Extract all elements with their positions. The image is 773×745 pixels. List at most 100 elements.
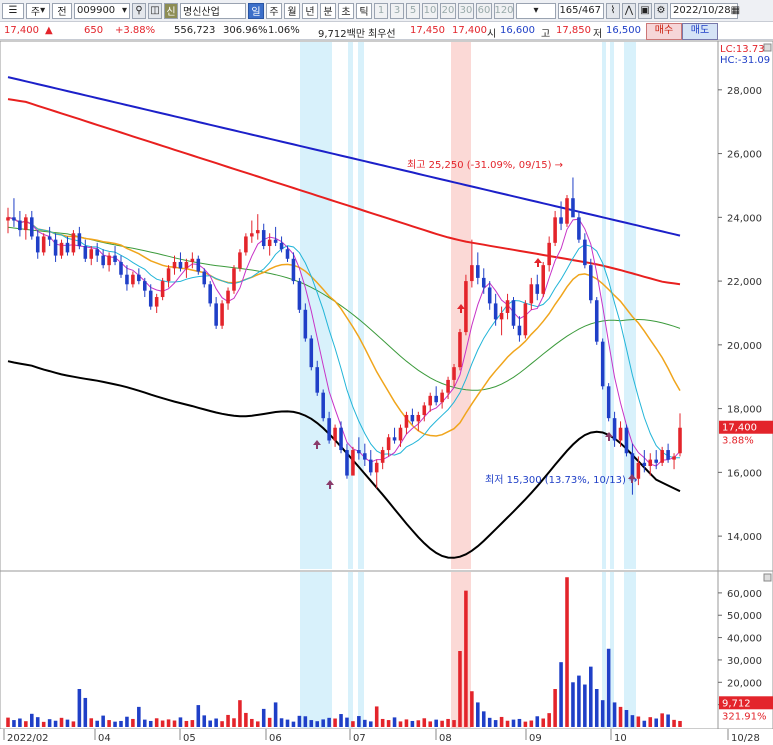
candle-body xyxy=(6,217,10,221)
volume-bar xyxy=(160,720,165,727)
x-tick-label: 10 xyxy=(614,733,627,744)
candle-body xyxy=(606,386,611,419)
volume-bar xyxy=(398,721,403,727)
volume-bar xyxy=(493,720,498,727)
volume-bar xyxy=(357,716,361,727)
volume-bar xyxy=(470,691,474,727)
candle-body xyxy=(589,265,593,301)
candle-body xyxy=(137,274,141,282)
candle-body xyxy=(107,255,111,266)
volume-bar xyxy=(71,721,76,727)
volume-bar xyxy=(244,712,248,727)
candle-body xyxy=(24,217,28,231)
x-axis-bar xyxy=(0,729,773,745)
volume-bar xyxy=(267,717,272,727)
candle-body xyxy=(511,300,516,326)
volume-bar xyxy=(446,718,450,727)
candle-body xyxy=(357,450,361,454)
volume-bar xyxy=(523,721,528,727)
volume-bar xyxy=(89,718,94,727)
volume-bar xyxy=(571,682,575,727)
volume-bar xyxy=(458,651,462,727)
candle-body xyxy=(470,265,474,282)
candle-body xyxy=(142,281,147,291)
candle-body xyxy=(422,405,427,415)
candle-body xyxy=(600,341,605,387)
candle-body xyxy=(148,290,153,307)
highlight-band xyxy=(348,572,353,728)
candle-body xyxy=(190,258,195,262)
volume-bar xyxy=(107,720,111,727)
volume-bar xyxy=(648,717,653,727)
candle-body xyxy=(464,281,468,333)
candle-body xyxy=(523,303,528,336)
candle-body xyxy=(95,249,99,256)
volume-bar xyxy=(279,718,284,727)
volume-bar xyxy=(208,720,212,727)
volume-bar xyxy=(190,720,195,727)
volume-bar xyxy=(666,714,670,727)
candle-body xyxy=(184,261,189,269)
candle-body xyxy=(101,255,105,266)
candle-body xyxy=(446,379,450,393)
volume-bar xyxy=(511,719,516,727)
candle-body xyxy=(363,453,367,460)
volume-bar xyxy=(583,684,587,727)
candle-body xyxy=(612,418,617,441)
volume-bar xyxy=(309,720,314,727)
high-annotation: 최고 25,250 (-31.09%, 09/15) → xyxy=(407,159,563,171)
last-volume-ratio-label: 321.91% xyxy=(722,711,767,722)
highlight-band xyxy=(300,42,332,569)
volume-bar xyxy=(624,710,629,727)
candle-body xyxy=(196,258,201,272)
highlight-band xyxy=(300,572,332,728)
volume-bar xyxy=(618,706,623,727)
volume-bar xyxy=(226,714,230,727)
volume-bar xyxy=(529,720,534,727)
candle-body xyxy=(166,268,171,282)
volume-bar xyxy=(30,713,34,727)
volume-bar xyxy=(196,705,201,727)
volume-bar xyxy=(410,720,415,727)
y-tick-label: 14,000 xyxy=(727,532,762,543)
volume-bar xyxy=(131,718,135,727)
candle-body xyxy=(345,450,349,476)
y-tick-label: 22,000 xyxy=(727,277,762,288)
y-tick-label: 18,000 xyxy=(727,405,762,416)
candle-body xyxy=(232,268,236,291)
volume-bar xyxy=(166,719,171,727)
volume-bar xyxy=(113,721,117,727)
volume-bar xyxy=(577,675,581,727)
volume-bar xyxy=(345,717,349,727)
volume-bar xyxy=(380,718,385,727)
candle-body xyxy=(404,414,409,428)
candle-body xyxy=(678,427,682,454)
candle-body xyxy=(226,290,230,304)
volume-bar xyxy=(404,719,409,727)
volume-bar xyxy=(422,718,427,727)
lc-label: LC:13.73 xyxy=(720,44,765,55)
candle-body xyxy=(77,233,82,247)
price-pane xyxy=(0,40,773,572)
volume-pane xyxy=(0,570,773,730)
candle-body xyxy=(160,281,165,298)
candle-body xyxy=(374,462,379,473)
volume-bar xyxy=(547,713,551,727)
volume-bar xyxy=(541,718,546,727)
volume-bar xyxy=(178,717,183,727)
volume-bar xyxy=(154,718,159,727)
price-chart[interactable]: 28,000 26,000 24,000 22,000 20,000 18,000 16,0… xyxy=(0,0,773,745)
candle-body xyxy=(285,249,290,259)
volume-bar xyxy=(535,716,540,727)
candle-body xyxy=(214,303,218,326)
y-tick-label: 16,000 xyxy=(727,468,762,479)
pane-scroll-icon xyxy=(763,573,772,582)
candle-body xyxy=(535,284,540,294)
volume-bar xyxy=(368,721,373,727)
volume-bar xyxy=(184,720,189,727)
highlight-band xyxy=(348,42,353,569)
volume-tick-label: 50,000 xyxy=(727,611,762,622)
volume-bar xyxy=(434,719,438,727)
y-tick-label: 24,000 xyxy=(727,213,762,224)
candle-body xyxy=(553,217,557,243)
